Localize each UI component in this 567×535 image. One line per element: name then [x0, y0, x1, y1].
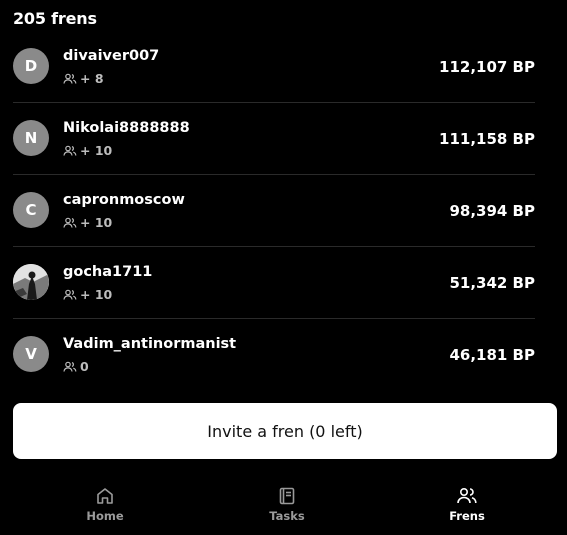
list-item[interactable]: C capronmoscow + 10 98,394 BP [13, 175, 535, 247]
users-icon [63, 145, 77, 157]
page-title: 205 frens [13, 9, 97, 28]
invited-value: + 8 [80, 71, 104, 86]
invited-count: + 10 [63, 143, 112, 158]
users-icon [63, 289, 77, 301]
tasks-icon [277, 486, 297, 509]
invited-count: + 10 [63, 287, 112, 302]
fren-points: 111,158 BP [439, 130, 535, 148]
nav-label-home: Home [86, 509, 124, 523]
list-item[interactable]: N Nikolai8888888 + 10 111,158 BP [13, 103, 535, 175]
avatar: V [13, 336, 49, 372]
users-icon [456, 486, 478, 509]
frens-list: D divaiver007 + 8 112,107 BP N Nikolai88… [13, 31, 535, 391]
fren-points: 46,181 BP [449, 346, 535, 364]
users-icon [63, 361, 77, 373]
frens-screen: 205 frens D divaiver007 + 8 112,107 BP N… [0, 0, 567, 535]
fren-points: 112,107 BP [439, 58, 535, 76]
invited-value: + 10 [80, 143, 113, 158]
home-icon [95, 486, 115, 509]
invited-count: + 10 [63, 215, 112, 230]
nav-item-tasks[interactable]: Tasks [247, 486, 327, 523]
fren-name: Vadim_antinormanist [63, 336, 237, 352]
invite-fren-button[interactable]: Invite a fren (0 left) [13, 403, 557, 459]
nav-item-frens[interactable]: Frens [427, 486, 507, 523]
list-item[interactable]: V Vadim_antinormanist 0 46,181 BP [13, 319, 535, 391]
fren-points: 98,394 BP [449, 202, 535, 220]
bottom-nav: Home Tasks Frens [0, 486, 567, 531]
invited-value: + 10 [80, 215, 113, 230]
invited-count: 0 [63, 359, 89, 374]
users-icon [63, 73, 77, 85]
users-icon [63, 217, 77, 229]
avatar [13, 264, 49, 300]
fren-name: gocha1711 [63, 264, 153, 280]
avatar: N [13, 120, 49, 156]
fren-points: 51,342 BP [449, 274, 535, 292]
list-item[interactable]: D divaiver007 + 8 112,107 BP [13, 31, 535, 103]
fren-name: Nikolai8888888 [63, 120, 190, 136]
list-item[interactable]: gocha1711 + 10 51,342 BP [13, 247, 535, 319]
nav-item-home[interactable]: Home [65, 486, 145, 523]
avatar: D [13, 48, 49, 84]
avatar-photo-icon [13, 264, 49, 300]
invited-count: + 8 [63, 71, 104, 86]
avatar: C [13, 192, 49, 228]
nav-label-tasks: Tasks [269, 509, 305, 523]
invited-value: 0 [80, 359, 89, 374]
fren-name: divaiver007 [63, 48, 160, 64]
fren-name: capronmoscow [63, 192, 185, 208]
invited-value: + 10 [80, 287, 113, 302]
nav-label-frens: Frens [449, 509, 485, 523]
